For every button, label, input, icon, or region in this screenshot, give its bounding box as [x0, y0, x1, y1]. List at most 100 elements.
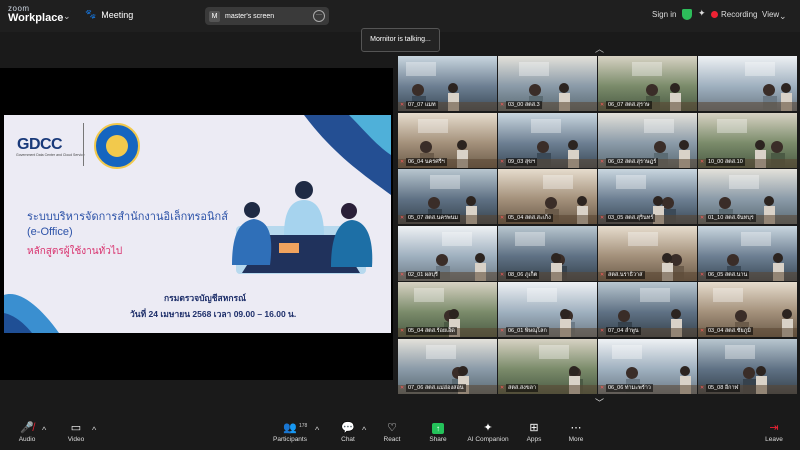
muted-mic-icon: ✕ — [500, 271, 505, 278]
participant-name: 03_04 สตส.ชัยภูมิ — [706, 327, 753, 335]
chevron-down-icon[interactable]: ﹀ — [595, 396, 604, 409]
view-button[interactable]: View — [762, 10, 779, 19]
participant-name: 03_05 สตส.สุรินทร์ — [606, 214, 656, 222]
participant-tile[interactable]: ✕ 07_04 ลำพูน — [598, 282, 697, 337]
participant-name: 07_07 แมท — [406, 101, 438, 109]
shared-screen-pill[interactable]: M master's screen ··· — [205, 7, 329, 25]
participant-name: 06_04 นครศรีฯ — [406, 157, 447, 166]
record-icon — [711, 11, 718, 18]
participant-name: 01_10 สตส.จันทบุร — [706, 214, 756, 222]
participant-tile[interactable]: ✕ 05_04 สตส.สะเก็ง — [498, 169, 597, 224]
more-label: More — [568, 436, 584, 443]
muted-mic-icon: ✕ — [600, 215, 605, 221]
slide-subtitle: หลักสูตรผู้ใช้งานทั่วไป — [27, 246, 123, 257]
participant-tile[interactable]: ✕ 06_01 พิษณุโลก — [498, 282, 597, 337]
participant-tile[interactable]: ✕ สตส.นราธิวาส — [598, 225, 697, 281]
participant-name: 05_07 สตส.นครพนม — [406, 214, 461, 222]
participant-name: 06_07 สตส.สุราษ — [606, 101, 652, 109]
screen-name: master's screen — [225, 12, 275, 20]
recording-label: Recording — [721, 10, 758, 19]
gdcc-logo: GDCC — [17, 136, 63, 153]
participant-name: สตส.นราธิวาส — [606, 270, 645, 279]
shield-icon[interactable] — [682, 9, 692, 20]
participants-label: Participants — [273, 436, 307, 443]
participant-tile[interactable]: ✕ 07_07 แมท — [398, 56, 497, 111]
apps-button[interactable]: ⊞ Apps — [511, 421, 557, 443]
participant-name: 08_06 ภูเก็ต — [506, 270, 540, 279]
participant-tile[interactable]: ✕ 06_05 สตส.นาน — [698, 225, 797, 281]
participant-name: 06_01 พิษณุโลก — [506, 327, 549, 335]
participant-tile[interactable]: ✕ 05_04 สตส.ร้อยเอ็ด — [398, 282, 497, 337]
apps-label: Apps — [526, 436, 542, 443]
leave-button[interactable]: ⇥ Leave — [751, 421, 797, 443]
participant-name: 06_02 สตส.สุราษฎร์ — [606, 157, 659, 166]
participant-tile[interactable]: ✕ 10_00 สตส.10 — [698, 112, 797, 168]
apps-icon: ⊞ — [529, 422, 539, 434]
muted-mic-icon: ✕ — [400, 215, 405, 221]
participant-name: 05_04 สตส.ร้อยเอ็ด — [406, 327, 457, 335]
participant-tile[interactable]: ✕ 09_03 สุขฯ — [498, 112, 597, 168]
more-button[interactable]: ⋯ More — [553, 421, 599, 443]
zoom-workplace-logo[interactable]: zoom Workplace — [8, 5, 63, 24]
muted-mic-icon: ✕ — [400, 328, 405, 334]
recording-indicator[interactable]: Recording — [711, 10, 757, 19]
participant-tile[interactable]: ✕ 06_02 สตส.สุราษฎร์ — [598, 112, 697, 168]
participant-tile[interactable]: ✕ 08_06 ภูเก็ต — [498, 225, 597, 281]
participant-name: 03_00 สตส.3 — [506, 101, 542, 109]
muted-mic-icon: ✕ — [700, 271, 705, 278]
participant-tile[interactable]: ✕ 03_04 สตส.ชัยภูมิ — [698, 282, 797, 337]
participant-name: 05_08 อีกาฬ — [706, 383, 741, 392]
participant-name: 02_01 ผลบุรี — [406, 270, 440, 279]
muted-mic-icon: ✕ — [600, 158, 605, 165]
muted-mic-icon: ✕ — [400, 271, 405, 278]
muted-mic-icon: ✕ — [500, 158, 505, 165]
slide-title: ระบบบริหารจัดการสำนักงานอิเล็กทรอนิกส์ — [27, 211, 228, 223]
sign-in-link[interactable]: Sign in — [652, 10, 676, 19]
participant-tile[interactable]: ✕ 06_06 ท่ามะพร้าว — [598, 338, 697, 394]
participant-tile[interactable]: ✕ 06_04 นครศรีฯ — [398, 112, 497, 168]
muted-mic-icon: ✕ — [600, 328, 605, 334]
share-label: Share — [429, 436, 447, 443]
view-chevron-icon[interactable]: ⌄ — [779, 11, 787, 22]
department-name: กรมตรวจบัญชีสหกรณ์ — [164, 293, 246, 303]
presentation-slide: GDCC Government Data Center and Cloud Se… — [4, 115, 391, 333]
participant-name: 05_04 สตส.สะเก็ง — [506, 214, 553, 222]
participant-tile[interactable] — [698, 56, 797, 111]
logo-divider — [83, 123, 84, 166]
participant-tile[interactable]: ✕ สตส.สงขลา — [498, 338, 597, 394]
participant-tile[interactable]: ✕ 02_01 ผลบุรี — [398, 225, 497, 281]
video-chevron-icon[interactable]: ^ — [92, 425, 96, 435]
ai-companion-button[interactable]: ✦ AI Companion — [465, 421, 511, 443]
share-button[interactable]: ↑ Share — [415, 421, 461, 443]
participant-name: 06_05 สตส.นาน — [706, 270, 750, 279]
participant-tile[interactable]: ✕ 06_07 สตส.สุราษ — [598, 56, 697, 111]
muted-mic-icon: ✕ — [500, 102, 505, 108]
audio-chevron-icon[interactable]: ^ — [42, 425, 46, 435]
chat-chevron-icon[interactable]: ^ — [362, 425, 366, 435]
muted-mic-icon: ✕ — [600, 384, 605, 391]
muted-mic-icon: ✕ — [600, 271, 605, 278]
participant-tile[interactable]: ✕ 05_08 อีกาฬ — [698, 338, 797, 394]
participant-tile[interactable]: ✕ 05_07 สตส.นครพนม — [398, 169, 497, 224]
share-icon: ↑ — [415, 421, 461, 436]
muted-mic-icon: ✕ — [700, 158, 705, 165]
meeting-info[interactable]: 🐾 Meeting — [85, 9, 133, 20]
chevron-up-icon[interactable]: ︿ — [595, 42, 604, 55]
participant-tile[interactable]: ✕ 03_00 สตส.3 — [498, 56, 597, 111]
more-options-icon[interactable]: ··· — [313, 10, 325, 22]
meeting-label: Meeting — [101, 9, 134, 20]
slide-title-2: (e-Office) — [27, 226, 73, 238]
react-button[interactable]: ♡ React — [369, 421, 415, 443]
ai-companion-label: AI Companion — [467, 436, 509, 443]
muted-mic-icon: ✕ — [500, 328, 505, 334]
participants-chevron-icon[interactable]: ^ — [315, 425, 319, 435]
brand-bottom: Workplace — [8, 12, 64, 24]
participant-tile[interactable]: ✕ 01_10 สตส.จันทบุร — [698, 169, 797, 224]
sparkle-icon[interactable]: ✦ — [698, 8, 706, 19]
participant-tile[interactable]: ✕ 03_05 สตส.สุรินทร์ — [598, 169, 697, 224]
participant-name: 06_06 ท่ามะพร้าว — [606, 383, 653, 392]
participant-tile[interactable]: ✕ 07_06 สตส.แม่ฮ่องสอน — [398, 338, 497, 394]
shared-screen-stage: GDCC Government Data Center and Cloud Se… — [0, 68, 393, 380]
ai-sparkle-icon: ✦ — [483, 422, 493, 434]
chevron-down-icon[interactable]: ⌄ — [63, 11, 71, 22]
